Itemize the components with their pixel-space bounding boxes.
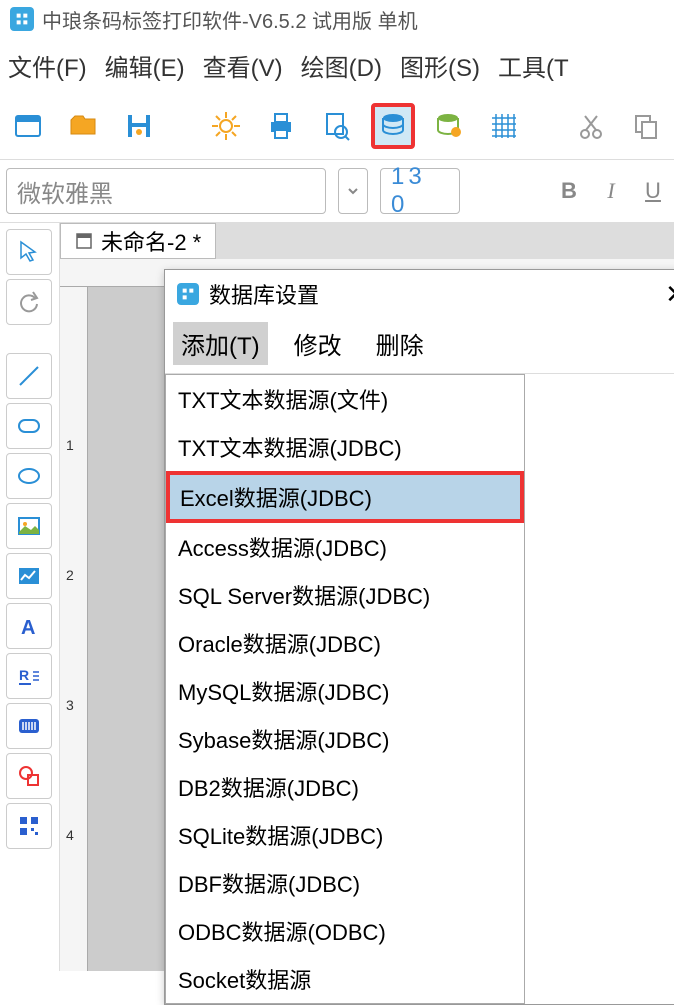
line-tool[interactable] [6, 353, 52, 399]
add-menu-item[interactable]: 添加(T) [173, 322, 268, 365]
settings-button[interactable] [204, 103, 248, 149]
qr-tool[interactable] [6, 803, 52, 849]
rotate-tool[interactable] [6, 279, 52, 325]
ruler-tick-label: 1 [66, 437, 74, 453]
datasource-option-txt-file[interactable]: TXT文本数据源(文件) [166, 375, 524, 423]
document-tab[interactable]: 未命名-2 * [60, 223, 216, 259]
font-name-select[interactable]: 微软雅黑 [6, 168, 326, 214]
ruler-tick-label: 4 [66, 827, 74, 843]
bold-button[interactable]: B [554, 176, 584, 206]
delete-menu-item[interactable]: 删除 [368, 322, 432, 365]
workspace: A R 未命名-2 * 1 2 3 4 [0, 223, 674, 971]
ruler-tick-label: 2 [66, 567, 74, 583]
modify-menu-item[interactable]: 修改 [286, 322, 350, 365]
grid-button[interactable] [482, 103, 526, 149]
dialog-title-text: 数据库设置 [209, 278, 319, 310]
shape-tool[interactable] [6, 753, 52, 799]
document-icon [75, 232, 93, 250]
datasource-option-socket[interactable]: Socket数据源 [166, 955, 524, 1003]
pointer-tool[interactable] [6, 229, 52, 275]
app-icon [10, 7, 34, 31]
print-button[interactable] [259, 103, 303, 149]
menu-bar: 文件(F) 编辑(E) 查看(V) 绘图(D) 图形(S) 工具(T [0, 38, 674, 97]
datasource-option-sybase-jdbc[interactable]: Sybase数据源(JDBC) [166, 715, 524, 763]
font-name-dropdown-icon[interactable] [338, 168, 368, 214]
cut-button[interactable] [569, 103, 613, 149]
datasource-option-oracle-jdbc[interactable]: Oracle数据源(JDBC) [166, 619, 524, 667]
vertical-ruler: 1 2 3 4 [60, 287, 88, 971]
underline-button[interactable]: U [638, 176, 668, 206]
datasource-option-sqlserver-jdbc[interactable]: SQL Server数据源(JDBC) [166, 571, 524, 619]
copy-button[interactable] [624, 103, 668, 149]
datasource-option-excel-jdbc[interactable]: Excel数据源(JDBC) [166, 471, 524, 523]
preview-button[interactable] [315, 103, 359, 149]
datasource-option-db2-jdbc[interactable]: DB2数据源(JDBC) [166, 763, 524, 811]
svg-text:A: A [21, 617, 35, 639]
datasource-option-txt-jdbc[interactable]: TXT文本数据源(JDBC) [166, 423, 524, 471]
text-tool[interactable]: A [6, 603, 52, 649]
rounded-rect-tool[interactable] [6, 403, 52, 449]
menu-draw[interactable]: 绘图(D) [301, 48, 382, 83]
canvas-area: 未命名-2 * 1 2 3 4 数据库设置 ✕ 添加(T) 修改 [60, 223, 674, 971]
window-title: 中琅条码标签打印软件-V6.5.2 试用版 单机 [42, 5, 418, 34]
document-tab-label: 未命名-2 * [101, 225, 201, 257]
datasource-dropdown: TXT文本数据源(文件) TXT文本数据源(JDBC) Excel数据源(JDB… [165, 374, 525, 1004]
italic-button[interactable]: I [596, 176, 626, 206]
chart-tool[interactable] [6, 553, 52, 599]
database-sync-button[interactable] [427, 103, 471, 149]
ruler-tick-label: 3 [66, 697, 74, 713]
ellipse-tool[interactable] [6, 453, 52, 499]
title-bar: 中琅条码标签打印软件-V6.5.2 试用版 单机 [0, 0, 674, 38]
new-document-button[interactable] [6, 103, 50, 149]
barcode-tool[interactable] [6, 703, 52, 749]
image-tool[interactable] [6, 503, 52, 549]
menu-edit[interactable]: 编辑(E) [105, 48, 185, 83]
main-toolbar [0, 97, 674, 160]
richtext-tool[interactable]: R [6, 653, 52, 699]
menu-file[interactable]: 文件(F) [8, 48, 87, 83]
open-button[interactable] [62, 103, 106, 149]
close-button[interactable]: ✕ [661, 279, 674, 309]
menu-view[interactable]: 查看(V) [203, 48, 283, 83]
dialog-menu: 添加(T) 修改 删除 [165, 318, 674, 374]
document-tab-bar: 未命名-2 * [60, 223, 674, 259]
database-button[interactable] [371, 103, 415, 149]
dialog-icon [177, 283, 199, 305]
datasource-option-mysql-jdbc[interactable]: MySQL数据源(JDBC) [166, 667, 524, 715]
database-settings-dialog: 数据库设置 ✕ 添加(T) 修改 删除 TXT文本数据源(文件) TXT文本数据… [164, 269, 674, 1005]
datasource-option-odbc[interactable]: ODBC数据源(ODBC) [166, 907, 524, 955]
dialog-titlebar: 数据库设置 ✕ [165, 270, 674, 318]
font-toolbar: 微软雅黑 13 0 B I U [0, 160, 674, 223]
datasource-option-sqlite-jdbc[interactable]: SQLite数据源(JDBC) [166, 811, 524, 859]
save-button[interactable] [117, 103, 161, 149]
datasource-option-access-jdbc[interactable]: Access数据源(JDBC) [166, 523, 524, 571]
menu-tool[interactable]: 工具(T [498, 48, 569, 83]
menu-shape[interactable]: 图形(S) [400, 48, 480, 83]
datasource-option-dbf-jdbc[interactable]: DBF数据源(JDBC) [166, 859, 524, 907]
font-size-input[interactable]: 13 0 [380, 168, 460, 214]
tools-palette: A R [0, 223, 60, 971]
svg-text:R: R [19, 667, 29, 683]
